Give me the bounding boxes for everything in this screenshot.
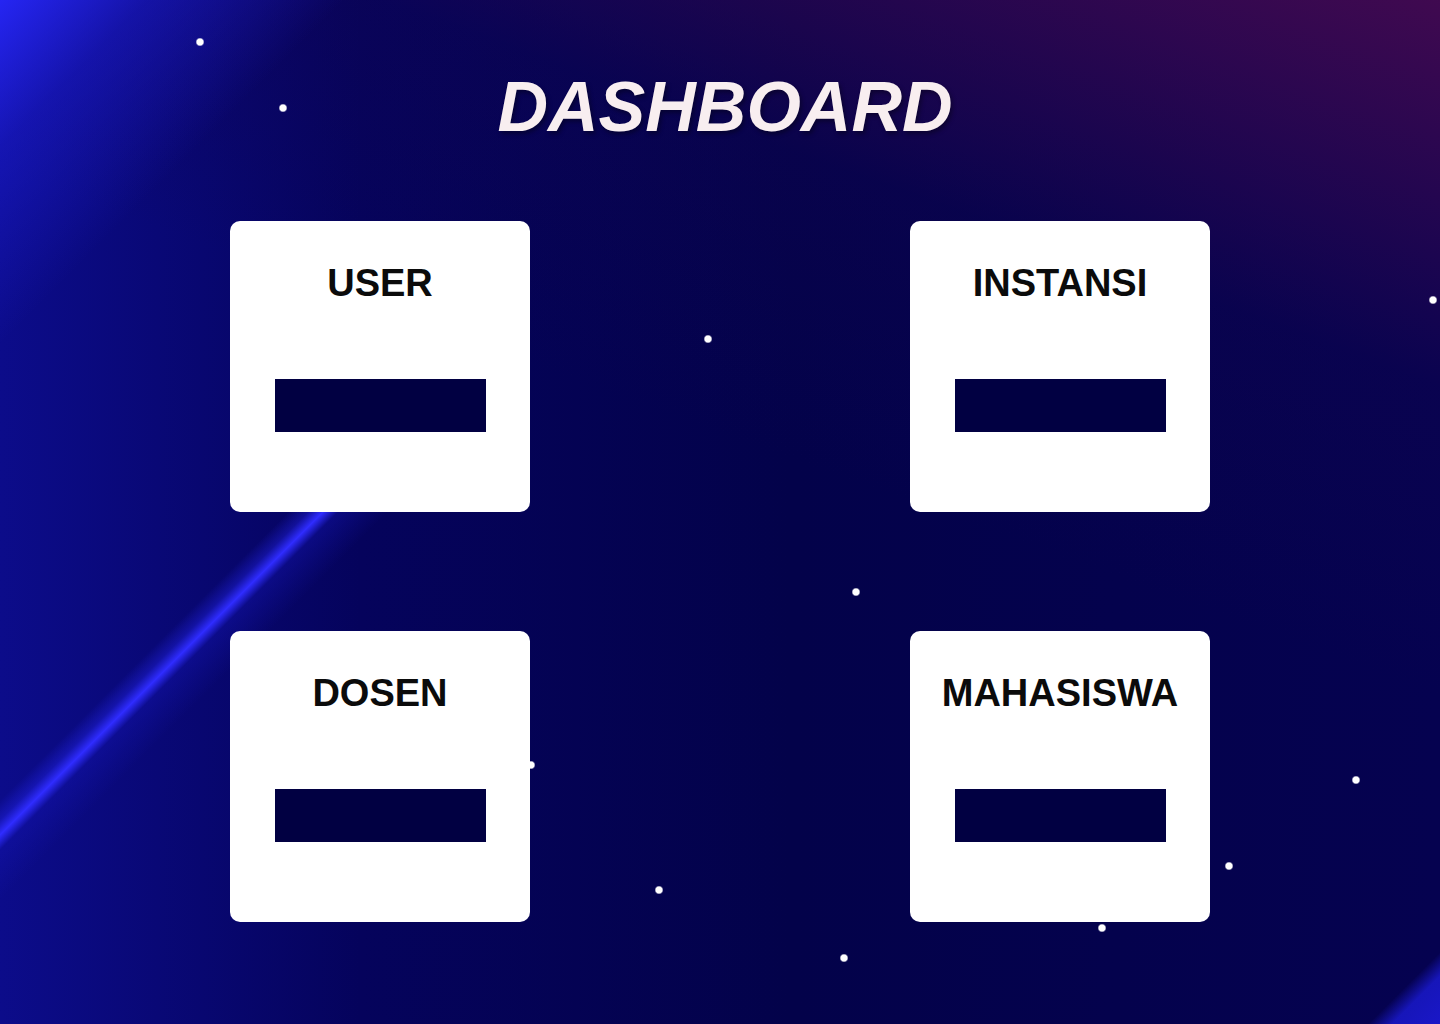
- dashboard-card[interactable]: USER: [230, 221, 530, 512]
- dashboard-card[interactable]: DOSEN: [230, 631, 530, 922]
- page-title: DASHBOARD: [0, 65, 1440, 149]
- card-bar[interactable]: [275, 379, 486, 432]
- dashboard-card[interactable]: MAHASISWA: [910, 631, 1210, 922]
- card-grid: USER INSTANSI DOSEN MAHASISWA: [230, 221, 1210, 922]
- card-bar[interactable]: [955, 379, 1166, 432]
- card-label: USER: [327, 261, 433, 307]
- card-label: MAHASISWA: [942, 671, 1178, 717]
- card-label: INSTANSI: [973, 261, 1148, 307]
- card-bar[interactable]: [275, 789, 486, 842]
- card-bar[interactable]: [955, 789, 1166, 842]
- dashboard-page: DASHBOARD USER INSTANSI DOSEN MAHASISWA: [0, 0, 1440, 1024]
- card-label: DOSEN: [312, 671, 447, 717]
- dashboard-card[interactable]: INSTANSI: [910, 221, 1210, 512]
